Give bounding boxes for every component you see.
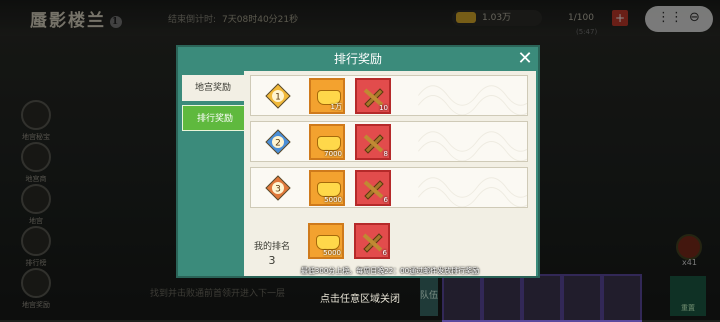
reward-qty: 6 — [383, 196, 388, 204]
reward-item-tool[interactable]: 6 — [354, 223, 390, 259]
reward-item-tool[interactable]: 6 — [355, 170, 391, 206]
gold-ingot-icon — [316, 235, 340, 250]
gold-ingot-icon — [317, 182, 341, 197]
my-rank: 我的排名 3 — [250, 241, 294, 267]
ranking-reward-dialog: 排行奖励 ✕ 地宫奖励 排行奖励 1 1万 10 2 7000 8 3 5000 6 我的排名 … — [176, 45, 540, 278]
reward-item-gold[interactable]: 1万 — [309, 78, 345, 114]
wave-pattern — [417, 85, 527, 115]
reward-qty: 10 — [379, 104, 388, 112]
close-hint: 点击任意区域关闭 — [320, 294, 400, 305]
rank-medal-icon: 3 — [265, 175, 291, 201]
reward-qty: 5000 — [323, 249, 341, 257]
rank-number: 2 — [275, 139, 281, 149]
pickaxe-icon — [363, 134, 384, 154]
reward-qty: 5000 — [324, 196, 342, 204]
pickaxe-icon — [363, 180, 384, 200]
reward-item-gold[interactable]: 7000 — [309, 124, 345, 160]
reward-footer-note: 最低300分上榜。每周日晚22：00通过邮件发放排行奖励 — [300, 267, 480, 275]
tab-dungeon-reward[interactable]: 地宫奖励 — [182, 75, 244, 101]
my-rank-label: 我的排名 — [253, 242, 290, 252]
reward-list: 1 1万 10 2 7000 8 3 5000 6 我的排名 3 5000 6 最低300分上榜。… — [244, 71, 536, 276]
rank-number: 3 — [275, 185, 281, 195]
tab-ranking-reward[interactable]: 排行奖励 — [182, 105, 248, 131]
ranking-row: 3 5000 6 — [250, 167, 528, 208]
reward-item-gold[interactable]: 5000 — [308, 223, 344, 259]
reward-item-tool[interactable]: 8 — [355, 124, 391, 160]
dialog-title: 排行奖励 — [333, 52, 382, 66]
pickaxe-icon — [362, 233, 383, 253]
wave-pattern — [417, 177, 527, 207]
reward-qty: 8 — [383, 150, 388, 158]
reward-item-gold[interactable]: 5000 — [309, 170, 345, 206]
reward-item-tool[interactable]: 10 — [355, 78, 391, 114]
rank-number: 1 — [275, 93, 281, 103]
rank-medal-icon: 1 — [265, 83, 291, 109]
rank-medal-icon: 2 — [265, 129, 291, 155]
ranking-row: 2 7000 8 — [250, 121, 528, 162]
reward-qty: 6 — [382, 249, 387, 257]
wave-pattern — [417, 131, 527, 161]
close-icon[interactable]: ✕ — [515, 49, 535, 69]
reward-qty: 1万 — [330, 103, 342, 111]
reward-qty: 7000 — [324, 150, 342, 158]
gold-ingot-icon — [317, 136, 341, 151]
ranking-row: 1 1万 10 — [250, 75, 528, 116]
